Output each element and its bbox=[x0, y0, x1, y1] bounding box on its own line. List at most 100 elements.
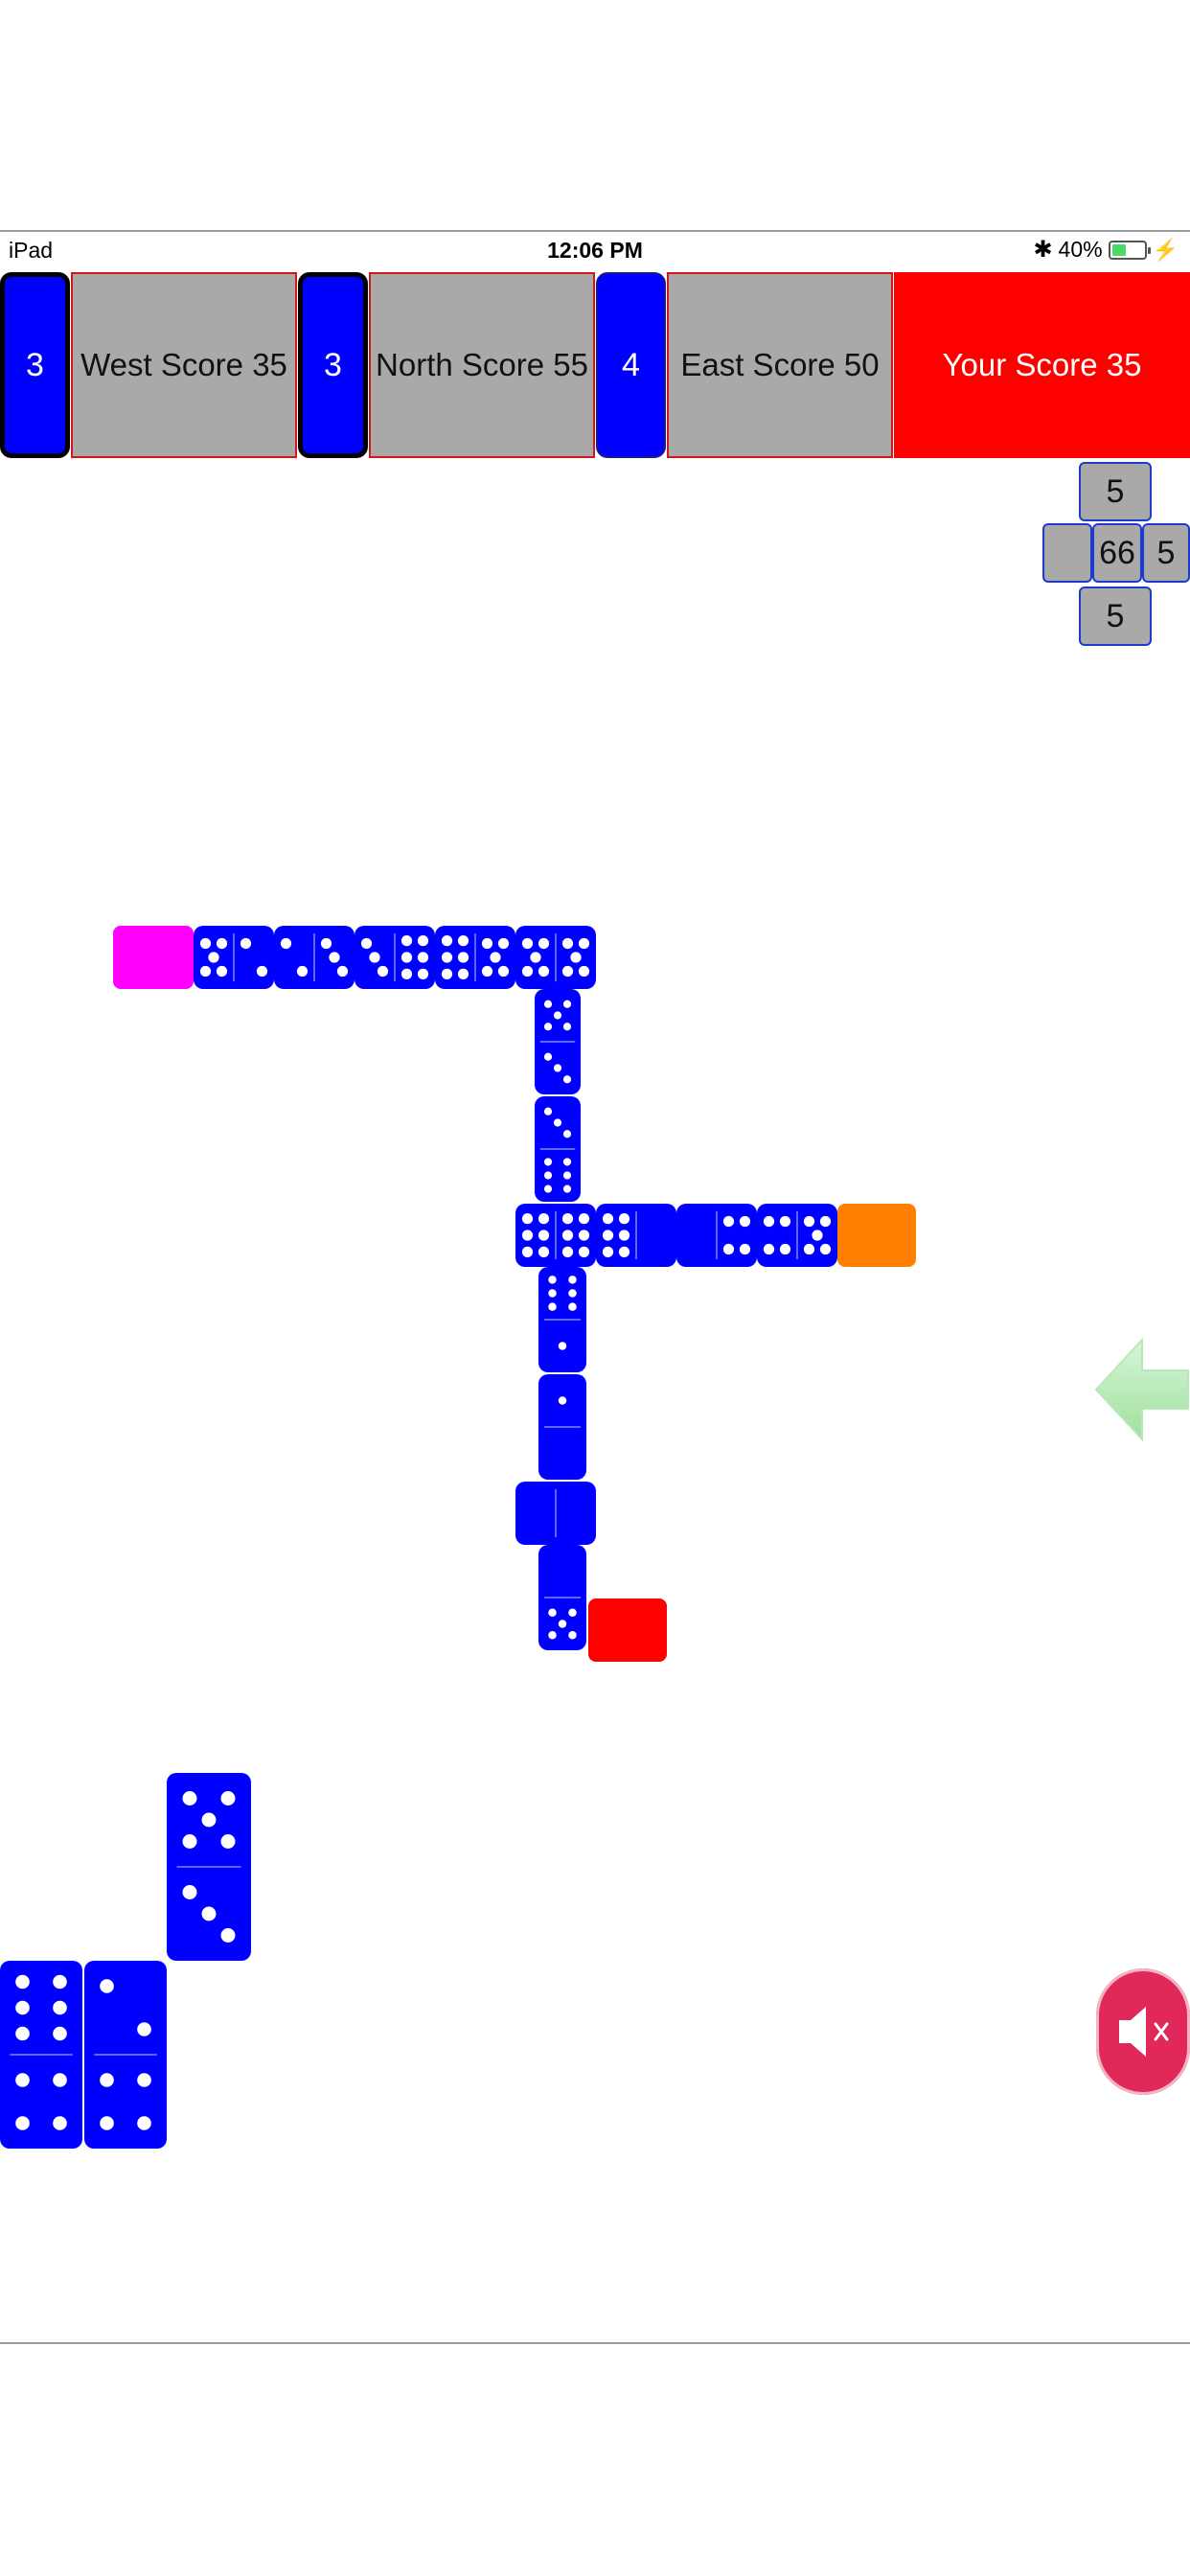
pip bbox=[137, 2116, 151, 2130]
pip bbox=[739, 1243, 751, 1255]
pip bbox=[553, 1011, 562, 1020]
domino-face bbox=[360, 932, 429, 982]
pip bbox=[548, 1276, 557, 1284]
pip bbox=[602, 1246, 614, 1258]
east-end-marker[interactable] bbox=[837, 1204, 916, 1267]
domino-face bbox=[521, 1210, 590, 1260]
board-domino bbox=[194, 926, 274, 989]
board-domino bbox=[274, 926, 355, 989]
pip bbox=[543, 1023, 553, 1031]
domino-face bbox=[521, 932, 590, 982]
pip bbox=[763, 1215, 775, 1228]
pip bbox=[53, 2073, 67, 2087]
west-end-marker[interactable] bbox=[113, 926, 194, 989]
domino-face bbox=[539, 1107, 576, 1193]
pip bbox=[137, 2073, 151, 2087]
pip bbox=[377, 965, 389, 978]
pip bbox=[562, 1130, 572, 1138]
pip bbox=[538, 1246, 550, 1258]
pip bbox=[722, 1215, 735, 1228]
pip bbox=[558, 1620, 567, 1628]
speaker-mute-icon bbox=[1119, 2007, 1169, 2057]
pip bbox=[15, 1974, 30, 1990]
pip bbox=[819, 1243, 832, 1255]
board-domino bbox=[676, 1204, 757, 1267]
hand-domino[interactable] bbox=[84, 1961, 167, 2149]
pip bbox=[538, 965, 550, 978]
pip bbox=[329, 952, 340, 963]
pip bbox=[538, 937, 550, 950]
pip bbox=[182, 1834, 197, 1849]
pip bbox=[578, 965, 590, 978]
status-time: 12:06 PM bbox=[547, 238, 643, 263]
pip bbox=[739, 1215, 751, 1228]
domino-face bbox=[544, 1276, 581, 1350]
pip bbox=[578, 1246, 590, 1258]
pip bbox=[441, 934, 453, 947]
pip bbox=[521, 965, 534, 978]
pip bbox=[490, 952, 501, 963]
pip bbox=[369, 952, 380, 963]
left-arrow-icon[interactable] bbox=[1092, 1334, 1190, 1445]
status-right: ✱ 40% ⚡ bbox=[1033, 236, 1179, 264]
pip bbox=[417, 968, 429, 980]
pip bbox=[280, 937, 292, 950]
pip bbox=[568, 1608, 577, 1617]
pip bbox=[208, 952, 219, 963]
domino-face bbox=[763, 1210, 832, 1260]
south-end-marker[interactable] bbox=[588, 1598, 667, 1662]
pip bbox=[779, 1215, 791, 1228]
pip bbox=[400, 952, 413, 963]
pip bbox=[722, 1243, 735, 1255]
end-top: 5 bbox=[1079, 462, 1152, 521]
pip bbox=[320, 937, 332, 950]
pip bbox=[457, 934, 469, 947]
end-left bbox=[1042, 523, 1092, 583]
pip bbox=[543, 1000, 553, 1008]
board-domino bbox=[515, 1204, 596, 1267]
mute-button[interactable] bbox=[1096, 1968, 1190, 2095]
pip bbox=[216, 937, 228, 950]
pip bbox=[543, 1158, 553, 1166]
bluetooth-icon: ✱ bbox=[1033, 237, 1053, 263]
hand-domino[interactable] bbox=[167, 1773, 251, 1961]
pip bbox=[457, 952, 469, 963]
domino-face bbox=[94, 1979, 157, 2130]
west-tile-count: 3 bbox=[0, 272, 70, 458]
pip bbox=[568, 1631, 577, 1640]
charging-icon: ⚡ bbox=[1152, 237, 1179, 262]
pip bbox=[53, 2026, 67, 2041]
pip bbox=[220, 1834, 236, 1849]
pip bbox=[457, 968, 469, 980]
pip bbox=[812, 1230, 823, 1241]
board-domino bbox=[515, 926, 596, 989]
pip bbox=[240, 937, 252, 950]
pip bbox=[15, 2026, 30, 2041]
board-domino bbox=[535, 1096, 581, 1202]
pip bbox=[417, 952, 429, 963]
pip bbox=[497, 965, 510, 978]
pip bbox=[521, 1212, 534, 1225]
pip bbox=[548, 1608, 557, 1617]
pip bbox=[562, 1184, 572, 1193]
pip bbox=[548, 1302, 557, 1311]
pip bbox=[400, 968, 413, 980]
hand-domino[interactable] bbox=[0, 1961, 82, 2149]
pip bbox=[803, 1243, 815, 1255]
domino-face bbox=[544, 1597, 581, 1640]
domino-face bbox=[176, 1791, 241, 1943]
pip bbox=[15, 2000, 30, 2015]
pip bbox=[15, 2116, 30, 2130]
pip bbox=[521, 1246, 534, 1258]
domino-face bbox=[441, 932, 510, 982]
pip bbox=[562, 1158, 572, 1166]
pip bbox=[481, 965, 493, 978]
pip bbox=[497, 937, 510, 950]
pip bbox=[336, 965, 349, 978]
domino-face bbox=[10, 1974, 73, 2130]
pip bbox=[543, 1107, 553, 1116]
pip bbox=[561, 937, 574, 950]
pip bbox=[553, 1064, 562, 1072]
pip bbox=[561, 1230, 574, 1241]
pip bbox=[562, 1000, 572, 1008]
